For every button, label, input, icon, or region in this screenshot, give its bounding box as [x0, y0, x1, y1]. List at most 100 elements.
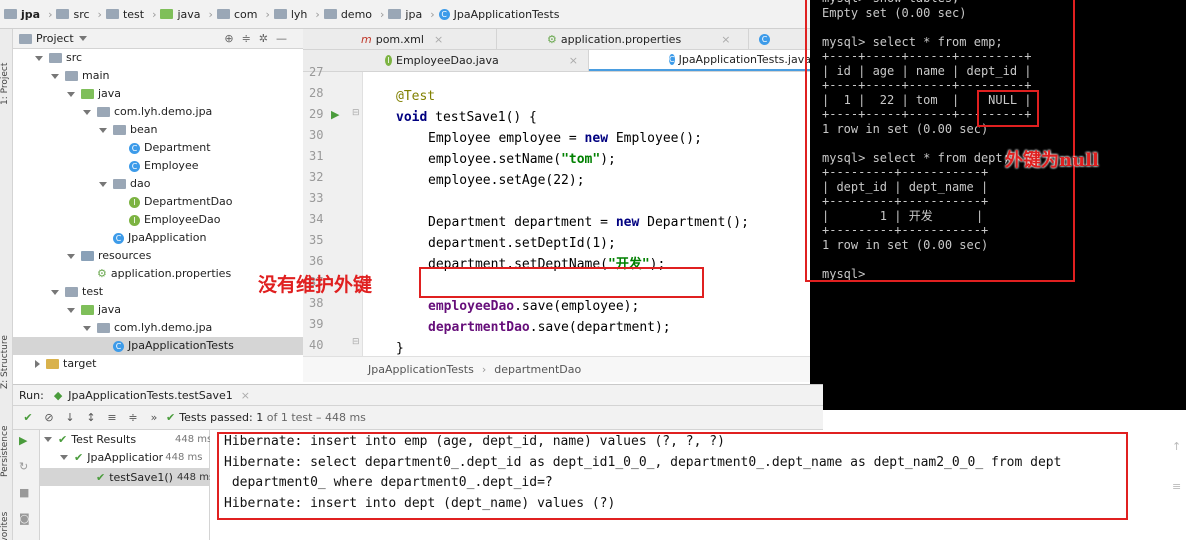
close-icon[interactable]: ×	[569, 54, 578, 67]
rerun-failed-icon[interactable]: ↻	[19, 460, 28, 473]
line-number: 27	[309, 65, 324, 79]
chevron-down-icon[interactable]	[67, 253, 75, 259]
run-config-tab[interactable]: JpaApplicationTests.testSave1	[68, 389, 232, 402]
more-icon[interactable]: »	[145, 409, 163, 427]
structure-tool-tab[interactable]: Z: Structure	[0, 309, 13, 389]
terminal-line: mysql> select * from emp;	[822, 34, 1003, 49]
chevron-right-icon[interactable]	[35, 360, 40, 368]
stop-icon[interactable]: ■	[19, 486, 29, 499]
terminal-line: +----+-----+------+---------+	[822, 78, 1032, 92]
crumb-com[interactable]: com	[216, 8, 257, 21]
folder-icon	[4, 9, 17, 19]
test-results-tree: ✔ Test Results 448 ms ✔ JpaApplication 448…	[40, 430, 214, 540]
collapse-all-icon[interactable]: ≑	[124, 409, 142, 427]
code-line: @Test	[396, 89, 436, 104]
show-ignored-icon[interactable]: ⊘	[40, 409, 58, 427]
crumb-class[interactable]: C JpaApplicationTests	[438, 8, 559, 21]
tree-item-dao[interactable]: dao	[13, 175, 303, 193]
hide-icon[interactable]: —	[276, 32, 295, 45]
chevron-down-icon[interactable]	[51, 289, 59, 295]
tree-item-label: dao	[130, 177, 151, 190]
crumb-java[interactable]: java	[160, 8, 201, 21]
tab-employeedao[interactable]: I EmployeeDao.java ×	[303, 50, 589, 71]
project-tool-tab[interactable]: 1: Project	[0, 35, 13, 105]
code-editor[interactable]: @Test void testSave1() { Employee employ…	[364, 72, 810, 356]
chevron-down-icon[interactable]	[99, 127, 107, 133]
chevron-down-icon[interactable]	[67, 91, 75, 97]
crumb-demo[interactable]: demo	[323, 8, 372, 21]
tab-application-properties[interactable]: ⚙ application.properties ×	[497, 29, 749, 49]
sort-duration-icon[interactable]: ↕	[82, 409, 100, 427]
crumb-lyh[interactable]: lyh	[273, 8, 307, 21]
tree-item-resources[interactable]: resources	[13, 247, 303, 265]
folder-icon	[65, 71, 78, 81]
class-icon: C	[438, 8, 450, 20]
test-result-method[interactable]: ✔ testSave1() 448 ms	[40, 468, 214, 486]
collapse-icon[interactable]: ≑	[242, 32, 259, 45]
terminal-line: +----+-----+------+---------+	[822, 107, 1032, 121]
tree-item-employee[interactable]: C Employee	[13, 157, 303, 175]
locate-icon[interactable]: ⊕	[224, 32, 241, 45]
chevron-down-icon[interactable]	[83, 109, 91, 115]
test-result-root[interactable]: ✔ Test Results 448 ms	[44, 433, 212, 446]
tree-item-java[interactable]: java	[13, 85, 303, 103]
mysql-terminal[interactable]: mysql> show tables;Empty set (0.00 sec) m…	[810, 0, 1186, 410]
close-icon[interactable]: ×	[434, 33, 443, 46]
tree-item-department[interactable]: C Department	[13, 139, 303, 157]
crumb-test[interactable]: test	[105, 8, 144, 21]
close-icon[interactable]: ×	[721, 33, 730, 46]
chevron-down-icon[interactable]	[67, 307, 75, 313]
project-view-selector[interactable]: Project	[36, 32, 74, 45]
persistence-tool-tab[interactable]: Persistence	[0, 397, 13, 477]
chevron-down-icon[interactable]	[51, 73, 59, 79]
tree-item-jpaapplication[interactable]: C JpaApplication	[13, 229, 303, 247]
code-line: Employee employee = new Employee();	[428, 131, 702, 146]
crumb-jpa-pkg[interactable]: jpa	[388, 8, 422, 21]
expand-all-icon[interactable]: ≡	[103, 409, 121, 427]
chevron-down-icon[interactable]	[35, 55, 43, 61]
tab-pom-xml[interactable]: m pom.xml ×	[303, 29, 497, 49]
chevron-down-icon[interactable]	[78, 36, 87, 41]
soft-wrap-icon[interactable]: ≡	[1172, 480, 1181, 493]
crumb-src[interactable]: src	[56, 8, 90, 21]
rerun-icon[interactable]: ▶	[19, 434, 27, 447]
tree-item-java[interactable]: java	[13, 301, 303, 319]
tree-item-employeedao[interactable]: I EmployeeDao	[13, 211, 303, 229]
tree-item-label: java	[98, 303, 122, 316]
run-test-icon[interactable]: ▶	[331, 108, 339, 121]
tree-item-departmentdao[interactable]: I DepartmentDao	[13, 193, 303, 211]
chevron-down-icon[interactable]	[99, 181, 107, 187]
show-passed-icon[interactable]: ✔	[19, 409, 37, 427]
tree-item-main[interactable]: main	[13, 67, 303, 85]
folder-icon	[46, 359, 59, 369]
properties-icon: ⚙	[97, 267, 107, 280]
terminal-line: mysql> show tables;	[822, 0, 959, 5]
camera-icon[interactable]: ◙	[19, 512, 30, 525]
gear-icon[interactable]: ✲	[259, 32, 276, 45]
tree-item-bean[interactable]: bean	[13, 121, 303, 139]
crumb-jpa[interactable]: jpa	[4, 8, 40, 21]
fold-icon[interactable]: ⊟	[352, 337, 360, 347]
package-icon	[97, 323, 110, 333]
favorites-tool-tab[interactable]: 2: Favorites	[0, 484, 13, 540]
terminal-line: mysql>	[822, 266, 866, 281]
editor-tabs-row1: m pom.xml × ⚙ application.properties × C	[303, 29, 810, 50]
tree-item-jpaapplicationtests[interactable]: C JpaApplicationTests	[13, 337, 303, 355]
tree-item-target[interactable]: target	[13, 355, 303, 373]
crumb-class-name[interactable]: JpaApplicationTests	[368, 363, 474, 376]
close-icon[interactable]: ×	[241, 389, 250, 402]
chevron-down-icon[interactable]	[83, 325, 91, 331]
tree-item-src[interactable]: src	[13, 49, 303, 67]
scroll-up-icon[interactable]: ↑	[1172, 440, 1181, 453]
test-result-class[interactable]: ✔ JpaApplication 448 ms	[60, 451, 202, 464]
sort-alpha-icon[interactable]: ↓	[61, 409, 79, 427]
tree-item-com-lyh-demo-jpa[interactable]: com.lyh.demo.jpa	[13, 103, 303, 121]
tab-overflow[interactable]: C	[749, 29, 809, 49]
left-tool-strip: 1: Project Z: Structure Persistence 2: F…	[0, 29, 13, 540]
fold-icon[interactable]: ⊟	[352, 108, 360, 118]
console-output[interactable]: Hibernate: insert into emp (age, dept_id…	[210, 430, 1186, 540]
tree-item-com-lyh-demo-jpa[interactable]: com.lyh.demo.jpa	[13, 319, 303, 337]
terminal-line: +----+-----+------+---------+	[822, 49, 1032, 63]
tab-jpaapplicationtests[interactable]: C JpaApplicationTests.java	[589, 50, 811, 71]
crumb-method-name[interactable]: departmentDao	[494, 363, 581, 376]
